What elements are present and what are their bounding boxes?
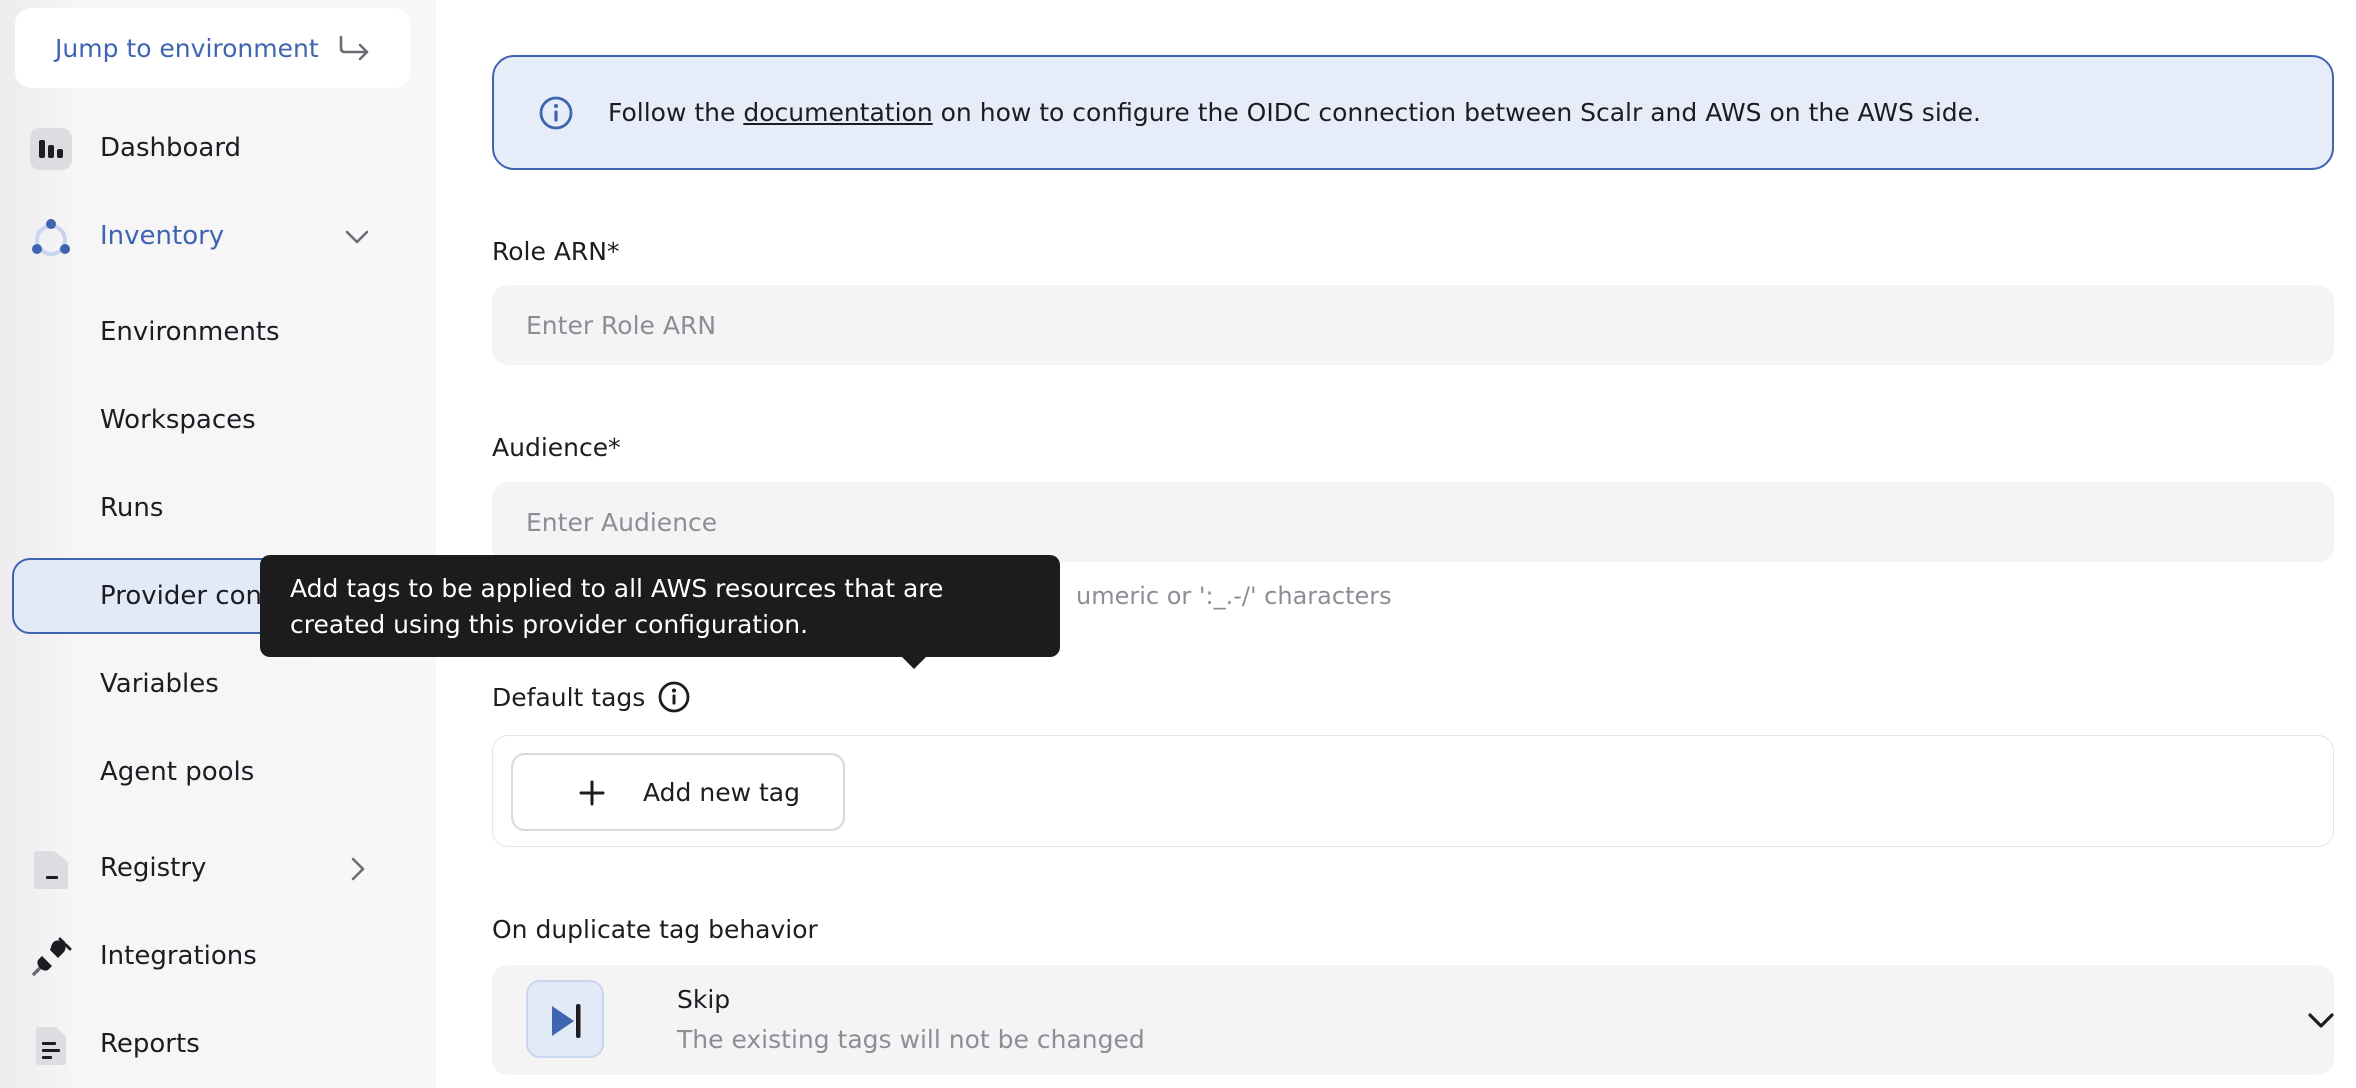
chevron-down-icon[interactable] <box>342 222 372 252</box>
sidebar-item-label: Variables <box>100 669 219 699</box>
add-new-tag-button[interactable]: Add new tag <box>511 753 845 831</box>
default-tags-box: Add new tag <box>492 735 2334 847</box>
default-tags-label-row: Default tags <box>492 680 691 714</box>
selected-option-title: Skip <box>677 985 731 1014</box>
info-icon[interactable] <box>657 680 691 714</box>
corner-down-right-icon <box>339 35 369 61</box>
banner-text: Follow the documentation on how to confi… <box>608 98 1981 127</box>
sidebar-item-label: Reports <box>100 1029 200 1059</box>
tooltip-arrow <box>900 655 928 669</box>
audience-label: Audience* <box>492 433 621 462</box>
tooltip-text: Add tags to be applied to all AWS resour… <box>290 574 944 639</box>
sidebar-item-label: Dashboard <box>100 133 242 163</box>
sidebar-item-label: Registry <box>100 853 207 883</box>
plus-icon <box>579 780 605 806</box>
default-tags-label: Default tags <box>492 682 646 712</box>
sidebar-item-label: Workspaces <box>100 405 256 435</box>
chevron-down-icon <box>2308 1013 2334 1028</box>
info-icon <box>539 96 573 130</box>
reports-icon <box>36 1027 66 1065</box>
sidebar: Jump to environment Dashboard Inventory … <box>0 0 436 1088</box>
tags-hint-text: umeric or ':_.-/' characters <box>1076 582 1392 610</box>
sidebar-item-workspaces[interactable]: Workspaces <box>12 388 412 452</box>
sidebar-item-label: Runs <box>100 493 164 523</box>
sidebar-item-label: Environments <box>100 317 280 347</box>
sidebar-item-registry[interactable]: Registry <box>12 836 412 900</box>
role-arn-input[interactable] <box>492 285 2334 365</box>
add-new-tag-label: Add new tag <box>643 777 800 807</box>
info-banner: Follow the documentation on how to confi… <box>492 55 2334 170</box>
sidebar-item-variables[interactable]: Variables <box>12 652 412 716</box>
chevron-right-icon[interactable] <box>342 854 372 884</box>
audience-input[interactable] <box>492 482 2334 562</box>
registry-icon <box>34 851 68 889</box>
default-tags-tooltip: Add tags to be applied to all AWS resour… <box>260 555 1060 669</box>
documentation-link[interactable]: documentation <box>743 98 932 127</box>
sidebar-item-runs[interactable]: Runs <box>12 476 412 540</box>
sidebar-item-environments[interactable]: Environments <box>12 300 412 364</box>
sidebar-item-label: Agent pools <box>100 757 255 787</box>
sidebar-item-reports[interactable]: Reports <box>12 1012 412 1076</box>
sidebar-item-inventory[interactable]: Inventory <box>12 204 412 268</box>
dashboard-icon <box>30 128 72 170</box>
sidebar-item-agent-pools[interactable]: Agent pools <box>12 740 412 804</box>
sidebar-item-label: Inventory <box>100 221 225 251</box>
duplicate-behavior-select[interactable]: Skip The existing tags will not be chang… <box>492 965 2334 1075</box>
sidebar-item-dashboard[interactable]: Dashboard <box>12 116 412 180</box>
main-content: Follow the documentation on how to confi… <box>436 0 2356 1088</box>
inventory-icon <box>32 219 70 256</box>
selected-option-description: The existing tags will not be changed <box>677 1025 1145 1054</box>
skip-option-badge <box>526 980 604 1058</box>
duplicate-behavior-label: On duplicate tag behavior <box>492 915 818 944</box>
sidebar-item-integrations[interactable]: Integrations <box>12 924 412 988</box>
jump-to-environment-label: Jump to environment <box>55 33 319 63</box>
plug-icon <box>32 937 72 976</box>
skip-forward-icon <box>552 1004 581 1038</box>
jump-to-environment-button[interactable]: Jump to environment <box>15 8 410 88</box>
sidebar-item-label: Integrations <box>100 941 257 971</box>
role-arn-label: Role ARN* <box>492 237 620 266</box>
